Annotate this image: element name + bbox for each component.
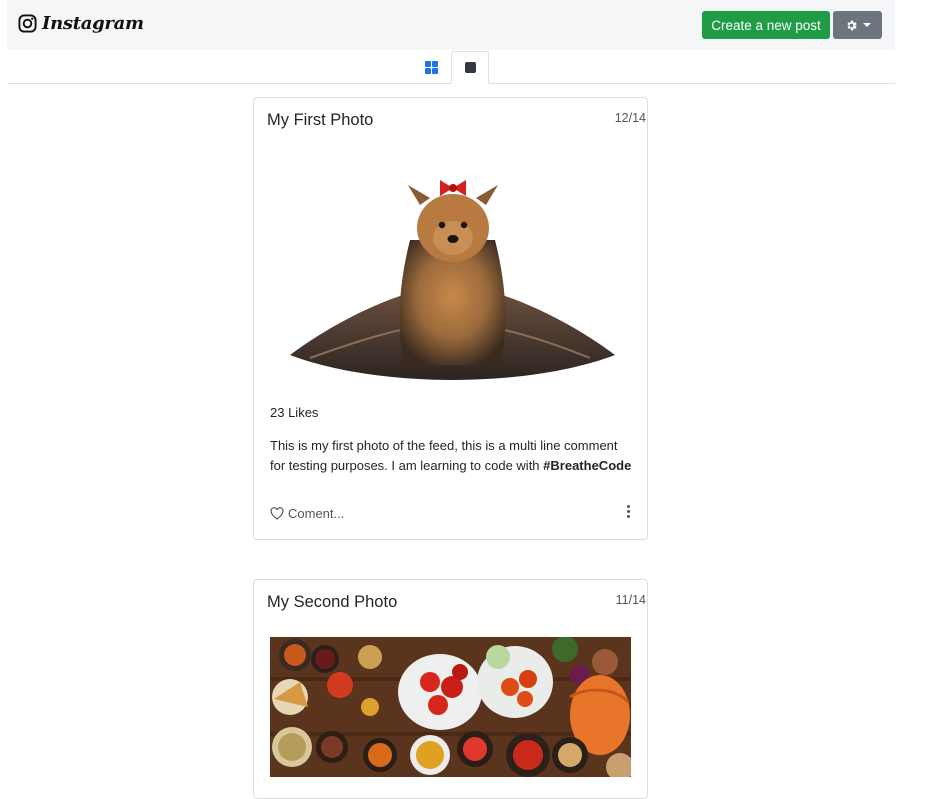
likes-count: 23 Likes bbox=[270, 405, 319, 420]
post-title: My First Photo bbox=[267, 111, 374, 129]
post-title: My Second Photo bbox=[267, 593, 398, 611]
brand-name: Instagram bbox=[42, 13, 144, 34]
create-post-button[interactable]: Create a new post bbox=[702, 11, 830, 39]
post-image[interactable] bbox=[270, 150, 631, 390]
grid-view-icon bbox=[424, 61, 438, 74]
heart-icon[interactable] bbox=[270, 507, 284, 520]
post-image[interactable] bbox=[270, 637, 631, 777]
post-card: My Second Photo 11/14 bbox=[253, 579, 648, 799]
chevron-down-icon bbox=[862, 23, 871, 27]
comment-button[interactable]: Coment... bbox=[270, 506, 344, 521]
post-card: My First Photo 12/14 23 Likes This is my… bbox=[253, 97, 648, 540]
comment-placeholder: Coment... bbox=[288, 506, 345, 521]
brand[interactable]: Instagram bbox=[18, 13, 144, 34]
navbar: Instagram Create a new post bbox=[7, 0, 895, 50]
more-options-icon[interactable] bbox=[627, 505, 630, 518]
hashtag[interactable]: #BreatheCode bbox=[543, 458, 631, 473]
indian-food-spread-photo bbox=[270, 637, 631, 777]
tab-grid-view[interactable] bbox=[412, 51, 450, 84]
yorkshire-terrier-photo bbox=[290, 180, 615, 380]
instagram-logo-icon bbox=[18, 14, 37, 33]
tab-single-view[interactable] bbox=[451, 51, 489, 84]
post-date: 12/14 bbox=[614, 111, 646, 125]
gear-icon bbox=[846, 20, 857, 30]
settings-dropdown-button[interactable] bbox=[833, 11, 882, 39]
post-caption: This is my first photo of the feed, this… bbox=[270, 436, 635, 475]
post-date: 11/14 bbox=[615, 593, 646, 607]
single-view-icon bbox=[464, 62, 476, 73]
